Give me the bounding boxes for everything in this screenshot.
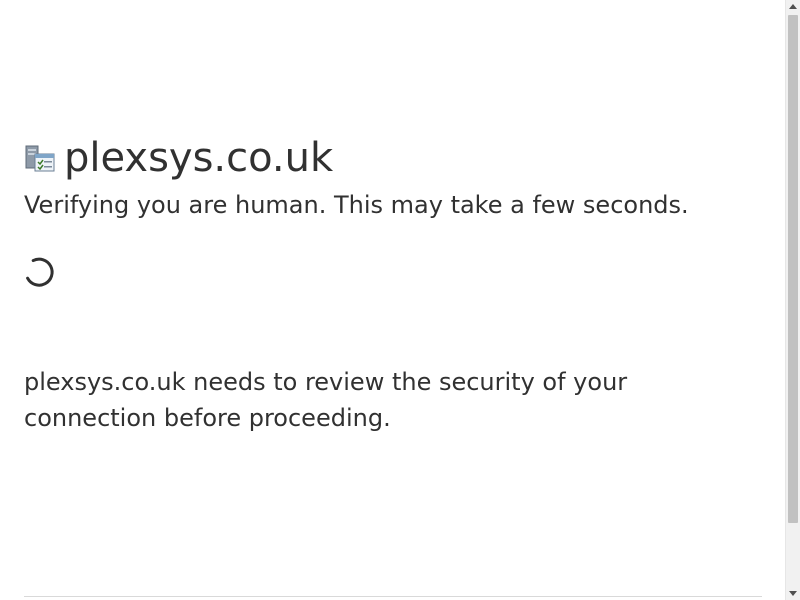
verification-status-text: Verifying you are human. This may take a… bbox=[24, 191, 689, 219]
scroll-up-arrow-icon[interactable] bbox=[789, 4, 797, 9]
site-heading: plexsys.co.uk bbox=[24, 134, 333, 182]
security-notice: plexsys.co.uk needs to review the securi… bbox=[24, 368, 628, 432]
vertical-scrollbar[interactable] bbox=[785, 0, 800, 600]
site-favicon-icon bbox=[24, 142, 56, 174]
site-name: plexsys.co.uk bbox=[64, 135, 334, 181]
loading-spinner-icon bbox=[24, 256, 56, 288]
scroll-down-arrow-icon[interactable] bbox=[789, 591, 797, 596]
browser-viewport: plexsys.co.uk Verifying you are human. T… bbox=[0, 0, 800, 600]
challenge-page: plexsys.co.uk Verifying you are human. T… bbox=[24, 0, 762, 600]
scrollbar-thumb[interactable] bbox=[788, 15, 798, 523]
footer-divider bbox=[24, 596, 762, 597]
